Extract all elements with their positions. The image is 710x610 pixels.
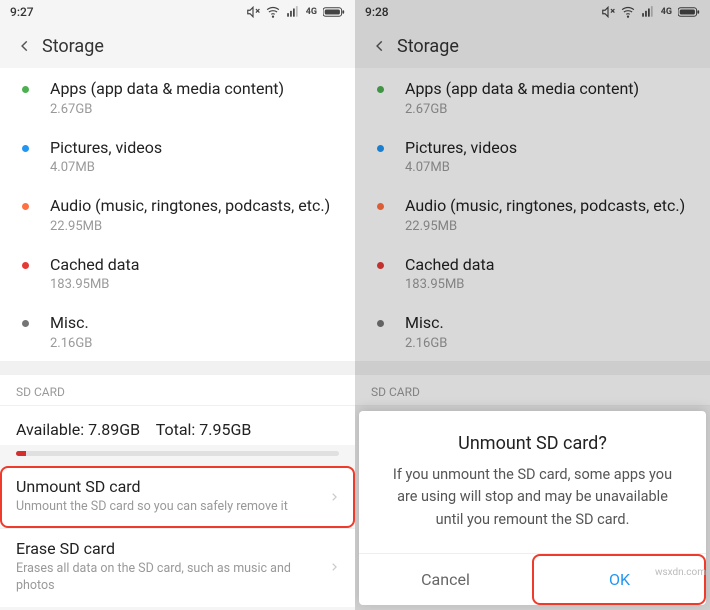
item-title: Misc. — [50, 312, 341, 334]
item-size: 2.16GB — [50, 336, 341, 351]
page-title: Storage — [42, 36, 104, 57]
erase-sd-button[interactable]: Erase SD card Erases all data on the SD … — [0, 528, 355, 607]
bullet-icon — [377, 320, 384, 327]
unmount-confirm-dialog: Unmount SD card? If you unmount the SD c… — [359, 411, 706, 605]
action-title: Erase SD card — [16, 539, 329, 558]
list-item[interactable]: Apps (app data & media content) 2.67GB — [355, 68, 710, 127]
wifi-icon — [621, 5, 635, 19]
total-label: Total: — [156, 420, 196, 439]
mute-icon — [601, 5, 615, 19]
item-size: 22.95MB — [50, 219, 341, 234]
item-size: 4.07MB — [50, 160, 341, 175]
bullet-icon — [377, 86, 384, 93]
sd-card-section-label: SD CARD — [355, 375, 710, 406]
watermark: wsxdn.com — [655, 567, 706, 578]
bullet-icon — [377, 145, 384, 152]
item-size: 2.67GB — [405, 102, 696, 117]
dialog-buttons: Cancel OK — [359, 553, 706, 605]
back-button[interactable] — [363, 39, 397, 53]
available-label: Available: — [16, 420, 84, 439]
sd-progress-bar — [16, 451, 339, 456]
screen-left: 9:27 4G Storage Apps (app data & media c… — [0, 0, 355, 610]
bullet-icon — [22, 262, 29, 269]
list-item[interactable]: Misc. 2.16GB — [0, 302, 355, 361]
battery-icon — [323, 6, 345, 18]
list-item[interactable]: Cached data 183.95MB — [0, 244, 355, 303]
list-item[interactable]: Audio (music, ringtones, podcasts, etc.)… — [355, 185, 710, 244]
ok-button[interactable]: OK — [532, 554, 706, 605]
status-time: 9:28 — [365, 5, 601, 19]
cancel-button[interactable]: Cancel — [359, 554, 532, 605]
header: Storage — [0, 24, 355, 68]
item-title: Audio (music, ringtones, podcasts, etc.) — [50, 195, 341, 217]
item-title: Cached data — [50, 254, 341, 276]
bullet-icon — [377, 262, 384, 269]
storage-list: Apps (app data & media content) 2.67GB P… — [0, 68, 355, 361]
action-subtitle: Erases all data on the SD card, such as … — [16, 561, 329, 595]
screen-right: 9:28 4G Storage Apps (app data & media c… — [355, 0, 710, 610]
total-value: 7.95GB — [199, 420, 251, 439]
bullet-icon — [22, 86, 29, 93]
signal-icon — [641, 5, 655, 19]
item-size: 4.07MB — [405, 160, 696, 175]
action-subtitle: Unmount the SD card so you can safely re… — [16, 499, 329, 516]
available-value: 7.89GB — [88, 420, 140, 439]
page-title: Storage — [397, 36, 459, 57]
item-title: Cached data — [405, 254, 696, 276]
mute-icon — [246, 5, 260, 19]
sd-availability: Available: 7.89GB Total: 7.95GB — [0, 406, 355, 445]
list-item[interactable]: Misc. 2.16GB — [355, 302, 710, 361]
section-divider — [355, 361, 710, 375]
wifi-icon — [266, 5, 280, 19]
bullet-icon — [377, 203, 384, 210]
item-title: Apps (app data & media content) — [50, 78, 341, 100]
item-title: Misc. — [405, 312, 696, 334]
back-button[interactable] — [8, 39, 42, 53]
status-icons: 4G — [601, 5, 700, 19]
item-title: Apps (app data & media content) — [405, 78, 696, 100]
item-size: 2.67GB — [50, 102, 341, 117]
network-4g-icon: 4G — [661, 7, 672, 17]
chevron-right-icon — [329, 557, 339, 576]
item-title: Audio (music, ringtones, podcasts, etc.) — [405, 195, 696, 217]
item-size: 183.95MB — [50, 277, 341, 292]
status-bar: 9:27 4G — [0, 0, 355, 24]
item-title: Pictures, videos — [405, 137, 696, 159]
signal-icon — [286, 5, 300, 19]
item-size: 2.16GB — [405, 336, 696, 351]
status-bar: 9:28 4G — [355, 0, 710, 24]
sd-progress-fill — [16, 451, 26, 456]
action-title: Unmount SD card — [16, 477, 329, 496]
dialog-message: If you unmount the SD card, some apps yo… — [359, 464, 706, 553]
item-size: 22.95MB — [405, 219, 696, 234]
chevron-right-icon — [329, 487, 339, 506]
list-item[interactable]: Audio (music, ringtones, podcasts, etc.)… — [0, 185, 355, 244]
network-4g-icon: 4G — [306, 7, 317, 17]
unmount-sd-button[interactable]: Unmount SD card Unmount the SD card so y… — [0, 466, 355, 528]
bullet-icon — [22, 145, 29, 152]
header: Storage — [355, 24, 710, 68]
list-item[interactable]: Pictures, videos 4.07MB — [0, 127, 355, 186]
bullet-icon — [22, 203, 29, 210]
list-item[interactable]: Cached data 183.95MB — [355, 244, 710, 303]
item-title: Pictures, videos — [50, 137, 341, 159]
bullet-icon — [22, 320, 29, 327]
item-size: 183.95MB — [405, 277, 696, 292]
list-item[interactable]: Pictures, videos 4.07MB — [355, 127, 710, 186]
section-divider — [0, 361, 355, 375]
battery-icon — [678, 6, 700, 18]
list-item[interactable]: Apps (app data & media content) 2.67GB — [0, 68, 355, 127]
sd-card-section-label: SD CARD — [0, 375, 355, 406]
status-time: 9:27 — [10, 5, 246, 19]
status-icons: 4G — [246, 5, 345, 19]
storage-list: Apps (app data & media content) 2.67GB P… — [355, 68, 710, 361]
dialog-title: Unmount SD card? — [359, 411, 706, 464]
